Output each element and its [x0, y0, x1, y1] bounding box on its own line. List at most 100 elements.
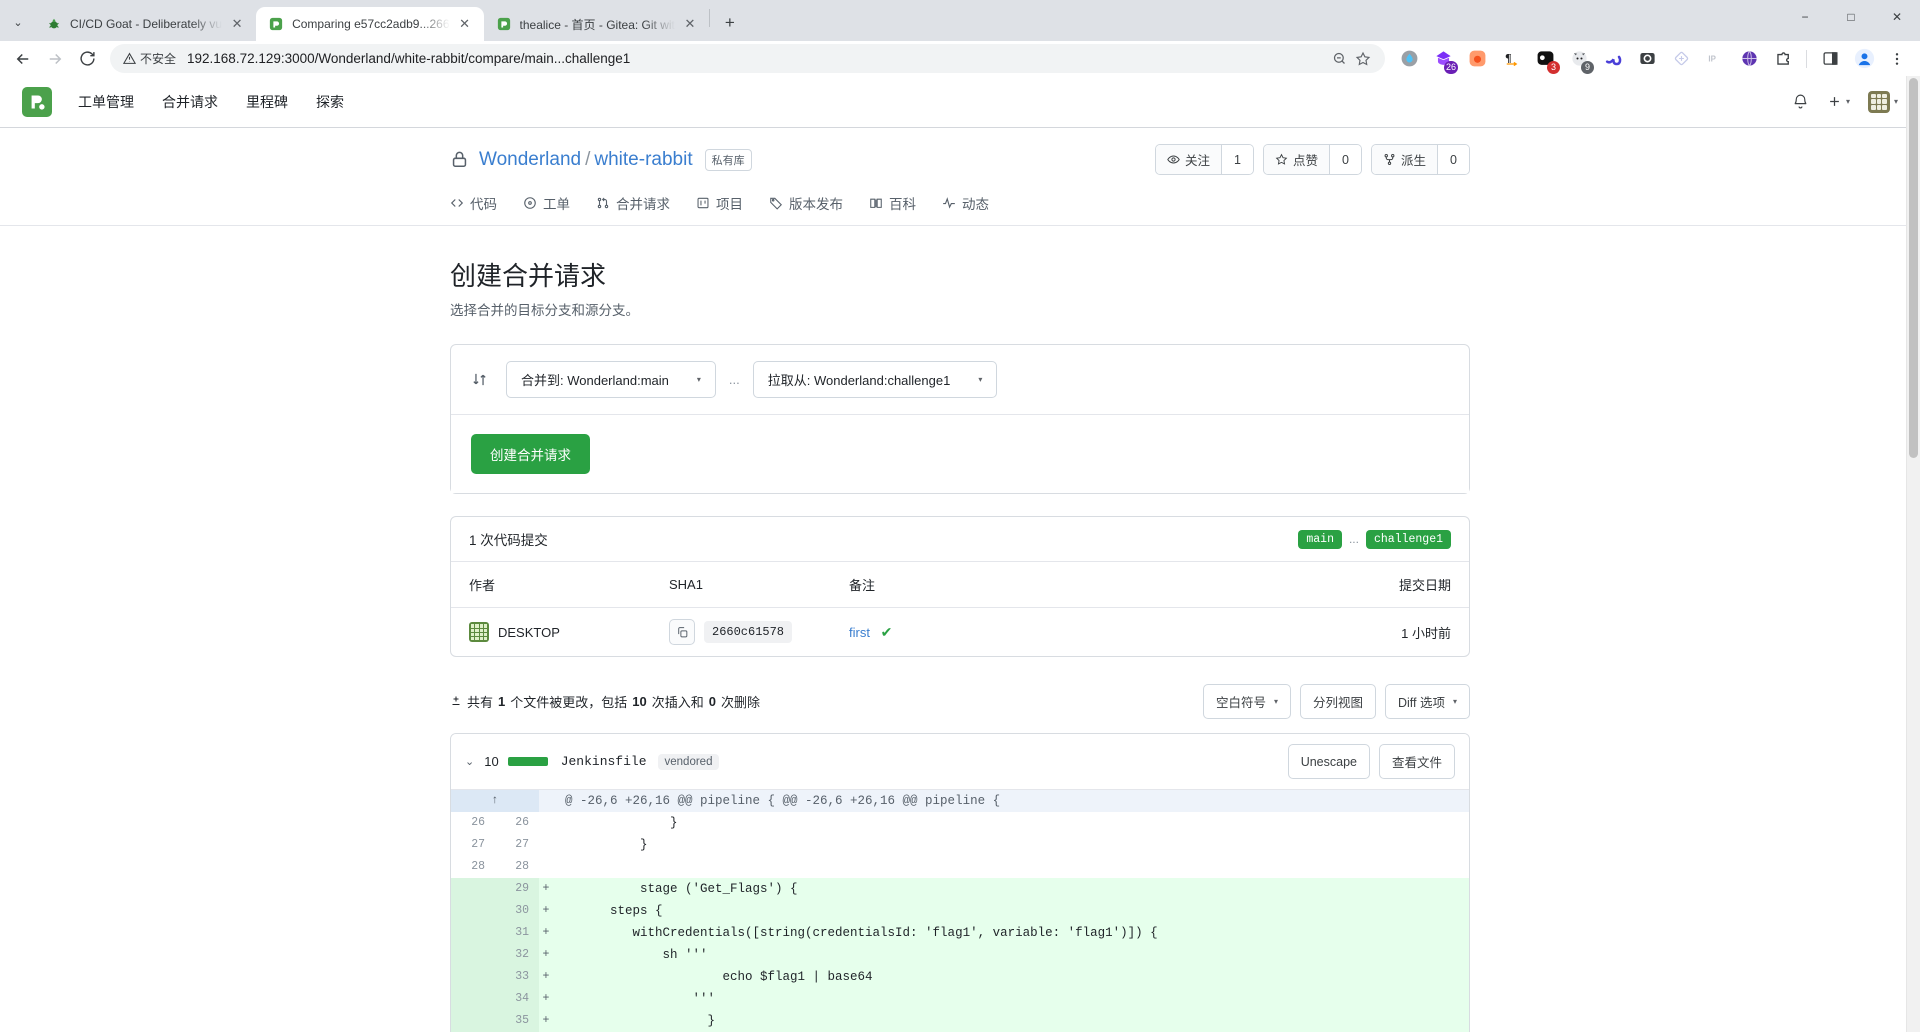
- not-secure-indicator[interactable]: 不安全: [123, 50, 176, 67]
- purple-globe-extension-icon[interactable]: [1736, 46, 1762, 72]
- create-new-button[interactable]: ▾: [1827, 94, 1850, 109]
- diff-new-lineno[interactable]: 27: [495, 834, 539, 857]
- expand-up-icon[interactable]: ↑: [451, 790, 539, 813]
- tab-code[interactable]: 代码: [450, 193, 497, 226]
- diff-options-button[interactable]: Diff 选项 ▾: [1384, 684, 1470, 720]
- puzzle-extension-icon[interactable]: [1770, 46, 1796, 72]
- whitespace-button[interactable]: 空白符号 ▾: [1202, 684, 1291, 720]
- head-branch-pill[interactable]: challenge1: [1365, 529, 1451, 549]
- bookmark-star-icon[interactable]: [1351, 47, 1375, 71]
- nav-item-pulls[interactable]: 合并请求: [162, 92, 218, 112]
- copy-icon[interactable]: [669, 619, 695, 646]
- diamond-extension-icon[interactable]: [1668, 46, 1694, 72]
- split-view-button[interactable]: 分列视图: [1299, 684, 1376, 720]
- tab-issues[interactable]: 工单: [523, 193, 570, 226]
- unescape-button[interactable]: Unescape: [1287, 744, 1370, 780]
- close-window-button[interactable]: ✕: [1874, 0, 1920, 34]
- browser-tab-2[interactable]: thealice - 首页 - Gitea: Git wit ✕: [484, 7, 709, 41]
- pilcrow-extension-icon[interactable]: ¶: [1498, 46, 1524, 72]
- tab-releases[interactable]: 版本发布: [769, 193, 843, 226]
- tab-projects[interactable]: 项目: [696, 193, 743, 226]
- zoom-out-icon[interactable]: [1327, 47, 1351, 71]
- browser-tab-1[interactable]: Comparing e57cc2adb9...266 ✕: [256, 7, 484, 41]
- diff-old-lineno[interactable]: [451, 988, 495, 1011]
- minimize-button[interactable]: −: [1782, 0, 1828, 34]
- star-button[interactable]: 点赞: [1263, 145, 1329, 175]
- tab-wiki[interactable]: 百科: [869, 193, 916, 226]
- diff-new-lineno[interactable]: 32: [495, 944, 539, 967]
- three-dot-menu-icon[interactable]: [1882, 44, 1912, 74]
- watch-button[interactable]: 关注: [1155, 145, 1221, 175]
- diff-old-lineno[interactable]: 27: [451, 834, 495, 857]
- diff-old-lineno[interactable]: [451, 900, 495, 923]
- create-pull-request-button[interactable]: 创建合并请求: [471, 434, 590, 475]
- side-panel-icon[interactable]: [1817, 46, 1843, 72]
- tab-activity[interactable]: 动态: [942, 193, 989, 226]
- nav-item-issues[interactable]: 工单管理: [78, 92, 134, 112]
- profile-icon[interactable]: [1851, 46, 1877, 72]
- back-icon[interactable]: [8, 44, 38, 74]
- tab-search-icon[interactable]: ⌄: [4, 8, 32, 36]
- diff-old-lineno[interactable]: [451, 1010, 495, 1032]
- diff-code: withCredentials([string(credentialsId: '…: [553, 922, 1469, 945]
- water-drop-extension-icon[interactable]: [1396, 46, 1422, 72]
- tab-close-icon[interactable]: ✕: [456, 15, 474, 33]
- diff-old-lineno[interactable]: [451, 878, 495, 901]
- browser-tab-0[interactable]: CI/CD Goat - Deliberately vu ✕: [34, 7, 256, 41]
- repo-name-link[interactable]: white-rabbit: [594, 149, 692, 170]
- fork-button-group[interactable]: 派生 0: [1370, 144, 1470, 176]
- blue-swirl-extension-icon[interactable]: [1600, 46, 1626, 72]
- diff-new-lineno[interactable]: 33: [495, 966, 539, 989]
- repo-owner-link[interactable]: Wonderland: [479, 149, 581, 170]
- head-branch-select[interactable]: 拉取从: Wonderland:challenge1 ▾: [752, 361, 998, 399]
- reload-icon[interactable]: [72, 44, 102, 74]
- black-square-o-extension-icon[interactable]: [1634, 46, 1660, 72]
- diff-new-lineno[interactable]: 26: [495, 812, 539, 835]
- dog-extension-icon[interactable]: 9: [1566, 46, 1594, 74]
- tab-pull-requests[interactable]: 合并请求: [596, 193, 670, 226]
- diff-new-lineno[interactable]: 30: [495, 900, 539, 923]
- maximize-button[interactable]: □: [1828, 0, 1874, 34]
- fork-count[interactable]: 0: [1437, 145, 1469, 175]
- star-count[interactable]: 0: [1328, 145, 1361, 175]
- star-button-group[interactable]: 点赞 0: [1262, 144, 1362, 176]
- nav-item-explore[interactable]: 探索: [316, 92, 344, 112]
- commit-message-link[interactable]: first: [849, 625, 870, 640]
- page-scrollbar[interactable]: [1906, 76, 1920, 1032]
- user-menu[interactable]: ▾: [1867, 90, 1898, 113]
- scrollbar-thumb[interactable]: [1909, 78, 1918, 459]
- diff-old-lineno[interactable]: 26: [451, 812, 495, 835]
- diff-new-lineno[interactable]: 28: [495, 856, 539, 879]
- orange-record-extension-icon[interactable]: [1464, 46, 1490, 72]
- chevron-down-icon: ▾: [696, 375, 701, 385]
- fork-button[interactable]: 派生: [1371, 145, 1437, 175]
- diff-new-lineno[interactable]: 34: [495, 988, 539, 1011]
- commit-sha[interactable]: 2660c61578: [704, 621, 793, 644]
- diff-old-lineno[interactable]: [451, 922, 495, 945]
- swap-branches-icon[interactable]: [471, 371, 488, 388]
- view-file-button[interactable]: 查看文件: [1378, 744, 1455, 780]
- address-bar[interactable]: 不安全 192.168.72.129:3000/Wonderland/white…: [110, 44, 1385, 74]
- diff-new-lineno[interactable]: 31: [495, 922, 539, 945]
- diff-new-lineno[interactable]: 29: [495, 878, 539, 901]
- nav-item-milestones[interactable]: 里程碑: [246, 92, 288, 112]
- watch-button-group[interactable]: 关注 1: [1154, 144, 1254, 176]
- ip-extension-icon[interactable]: IP: [1702, 46, 1728, 72]
- bell-icon[interactable]: [1792, 93, 1809, 110]
- chevron-down-icon[interactable]: ⌄: [465, 755, 474, 768]
- file-name[interactable]: Jenkinsfile: [561, 754, 647, 769]
- tab-close-icon[interactable]: ✕: [681, 15, 699, 33]
- diff-new-lineno[interactable]: 35: [495, 1010, 539, 1032]
- purple-hat-extension-icon[interactable]: 26: [1430, 46, 1458, 74]
- black-red-extension-icon[interactable]: 3: [1532, 46, 1560, 74]
- forward-icon[interactable]: [40, 44, 70, 74]
- diff-old-lineno[interactable]: [451, 966, 495, 989]
- base-branch-select[interactable]: 合并到: Wonderland:main ▾: [506, 361, 716, 399]
- diff-old-lineno[interactable]: 28: [451, 856, 495, 879]
- base-branch-pill[interactable]: main: [1298, 529, 1342, 549]
- gitea-logo-icon[interactable]: [22, 86, 52, 117]
- diff-old-lineno[interactable]: [451, 944, 495, 967]
- new-tab-button[interactable]: +: [716, 9, 744, 37]
- watch-count[interactable]: 1: [1220, 145, 1253, 175]
- tab-close-icon[interactable]: ✕: [228, 15, 246, 33]
